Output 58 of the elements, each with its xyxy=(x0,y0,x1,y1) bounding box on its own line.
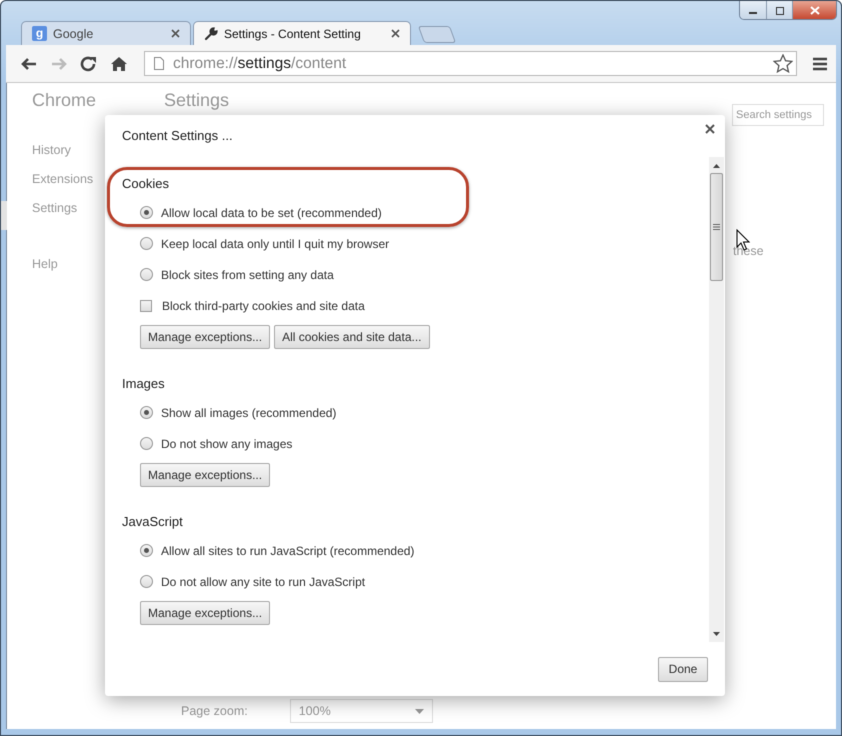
close-button[interactable] xyxy=(792,1,836,19)
done-button[interactable]: Done xyxy=(658,656,708,682)
maximize-icon xyxy=(774,6,784,14)
tab-title: Settings - Content Setting xyxy=(224,26,362,40)
browser-tab[interactable]: Settings - Content Setting xyxy=(193,21,411,45)
dialog-button[interactable]: Manage exceptions... xyxy=(140,325,270,349)
radio-button[interactable] xyxy=(140,544,153,557)
checkbox[interactable] xyxy=(140,300,152,312)
option-label: Keep local data only until I quit my browser xyxy=(161,236,390,250)
option-label: Do not show any images xyxy=(161,436,292,450)
menu-icon[interactable] xyxy=(813,56,827,70)
page-icon xyxy=(153,56,165,71)
radio-button[interactable] xyxy=(140,575,153,588)
tab-title: Google xyxy=(53,26,94,40)
option-label: Allow local data to be set (recommended) xyxy=(161,206,382,220)
radio-button[interactable] xyxy=(140,268,153,281)
close-tab-icon[interactable] xyxy=(391,29,400,38)
close-icon xyxy=(810,6,820,15)
dialog-title: Content Settings ... xyxy=(122,128,233,142)
option-label: Allow all sites to run JavaScript (recommended) xyxy=(161,544,414,558)
brand-title: Chrome xyxy=(32,90,98,111)
page-heading: Settings xyxy=(164,90,230,111)
section-heading: Cookies xyxy=(122,176,170,193)
dialog-button[interactable]: Manage exceptions... xyxy=(140,601,270,625)
page-zoom-label: Page zoom: xyxy=(181,704,248,718)
grip-icon xyxy=(713,224,720,230)
close-icon[interactable] xyxy=(705,124,715,134)
radio-button[interactable] xyxy=(140,406,153,419)
scroll-down-arrow-icon[interactable] xyxy=(713,632,720,636)
home-icon[interactable] xyxy=(110,56,128,72)
section-heading: Images xyxy=(122,376,166,393)
option-label: Do not allow any site to run JavaScript xyxy=(161,574,366,588)
text-fragment: these xyxy=(733,244,765,258)
option-label: Block third-party cookies and site data xyxy=(162,298,365,312)
close-tab-icon[interactable] xyxy=(171,29,180,38)
scroll-up-arrow-icon[interactable] xyxy=(713,164,720,168)
maximize-button[interactable] xyxy=(766,1,792,19)
option-label: Block sites from setting any data xyxy=(161,268,334,282)
section-heading: JavaScript xyxy=(122,514,184,531)
scroll-thumb[interactable] xyxy=(710,173,723,281)
url-text: chrome://settings/content xyxy=(173,54,348,72)
radio-button[interactable] xyxy=(140,237,153,250)
radio-button[interactable] xyxy=(140,206,153,219)
back-arrow-icon[interactable] xyxy=(20,56,38,72)
browser-tab[interactable]: g Google xyxy=(21,21,191,45)
caret-icon xyxy=(414,708,424,714)
dialog-button[interactable]: Manage exceptions... xyxy=(140,463,270,487)
scrollbar[interactable] xyxy=(709,157,724,642)
reload-icon[interactable] xyxy=(80,56,98,72)
tab-favicon: g xyxy=(32,26,47,41)
star-icon[interactable] xyxy=(773,54,793,73)
minimize-button[interactable] xyxy=(740,1,766,19)
option-label: Show all images (recommended) xyxy=(161,406,336,420)
dialog-button[interactable]: All cookies and site data... xyxy=(274,325,430,349)
address-bar[interactable]: chrome://settings/content xyxy=(144,51,797,76)
search-field[interactable]: Search settings xyxy=(732,104,824,126)
wrench-icon xyxy=(204,26,218,40)
radio-button[interactable] xyxy=(140,437,153,450)
